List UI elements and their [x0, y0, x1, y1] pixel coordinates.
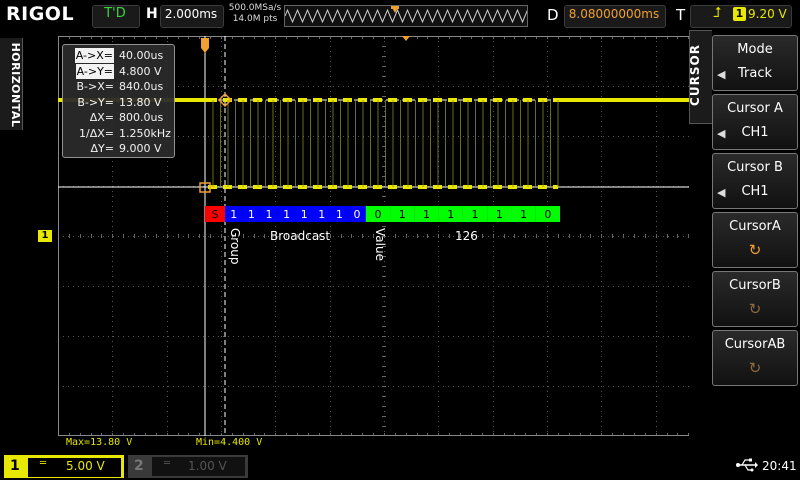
ch1-scale: 5.00 V	[66, 459, 105, 473]
readout-row: ΔX= 800.0us	[63, 110, 174, 125]
horizontal-tab-label: HORIZONTAL	[9, 42, 22, 128]
readout-row: ΔY= 9.000 V	[63, 141, 174, 156]
readout-row: B->X= 840.0us	[63, 79, 174, 94]
readout-row: B->Y= 13.80 V	[63, 95, 174, 110]
clock: 20:41	[762, 459, 797, 473]
knob-rotate-icon: ↻	[748, 241, 762, 259]
cursor-b-adjust-title: CursorB	[729, 278, 781, 293]
mode-title: Mode	[737, 42, 773, 57]
readout-value: 1.250kHz	[119, 126, 171, 140]
decode-bit: 0	[374, 208, 381, 221]
decode-bit: 1	[301, 208, 308, 221]
ch1-number: 1	[10, 458, 20, 474]
ch1-offset-marker[interactable]: 1	[38, 230, 52, 242]
readout-value: 4.800 V	[119, 64, 162, 78]
cursor-a-adjust-title: CursorA	[729, 219, 781, 234]
ch2-scale: 1.00 V	[188, 459, 227, 473]
decode-bit: 1	[230, 208, 237, 221]
cursor-b-source-button[interactable]: Cursor B ◀ CH1	[712, 153, 798, 209]
dc-coupling-icon: ═	[164, 458, 171, 469]
readout-key: 1/ΔX=	[79, 126, 114, 140]
cursor-readout-panel: A->X= 40.00us A->Y= 4.800 V B->X= 840.0us B->Y…	[62, 44, 175, 158]
readout-key: A->X=	[74, 48, 114, 63]
memory-position-bar[interactable]	[284, 5, 528, 27]
decode-bit: 1	[496, 208, 503, 221]
decode-bit: 1	[266, 208, 273, 221]
decode-label-broadcast: Broadcast	[270, 229, 331, 243]
cursor-b-source-title: Cursor B	[727, 160, 783, 175]
readout-key: B->Y=	[77, 95, 114, 109]
dc-coupling-icon: ═	[40, 458, 47, 469]
readout-row: A->Y= 4.800 V	[63, 63, 174, 79]
decode-bit: 1	[318, 208, 325, 221]
ch2-number: 2	[134, 458, 144, 474]
trigger-label: T	[676, 6, 686, 24]
cursor-a-source-value: CH1	[741, 125, 769, 140]
knob-rotate-icon: ↻	[748, 359, 762, 377]
sample-rate: 500.0MSa/s	[228, 3, 282, 13]
cursor-a-source-title: Cursor A	[727, 101, 783, 116]
readout-value: 40.00us	[119, 49, 164, 62]
decode-bit: 1	[399, 208, 406, 221]
readout-row: 1/ΔX= 1.250kHz	[63, 126, 174, 141]
decode-bit: S	[212, 208, 219, 221]
readout-value: 13.80 V	[119, 95, 162, 109]
cursor-a-adjust-button[interactable]: CursorA ↻	[712, 212, 798, 268]
delay-value: 8.08000000ms	[568, 7, 660, 21]
trigger-source: 1	[733, 7, 746, 21]
mode-value: Track	[737, 66, 773, 81]
rising-edge-icon: ⮥	[713, 5, 722, 21]
brand-logo: RIGOL	[6, 3, 75, 25]
horizontal-label: H	[146, 6, 158, 22]
usb-icon-svg	[736, 458, 758, 472]
decode-bit: 1	[336, 208, 343, 221]
min-measurement: Min=4.400 V	[196, 437, 263, 448]
readout-value: 800.0us	[119, 111, 164, 124]
cursor-b-adjust-button[interactable]: CursorB ↻	[712, 271, 798, 327]
measurement-strip: Max=13.80 V Min=4.400 V	[58, 437, 689, 450]
cursor-ab-adjust-button[interactable]: CursorAB ↻	[712, 330, 798, 386]
max-measurement: Max=13.80 V	[66, 437, 133, 448]
decode-label-group: Group	[228, 228, 242, 265]
readout-row: A->X= 40.00us	[63, 48, 174, 63]
decode-label-value: Value	[373, 228, 387, 261]
readout-key: ΔY=	[90, 142, 114, 155]
readout-value: 9.000 V	[119, 142, 162, 155]
decode-bit: 1	[447, 208, 454, 221]
readout-key: A->Y=	[75, 63, 114, 79]
decode-label-number: 126	[455, 229, 478, 243]
trigger-level: 9.20 V	[748, 7, 787, 21]
readout-value: 840.0us	[119, 80, 164, 93]
readout-key: B->X=	[76, 80, 115, 93]
cursor-tab-label: CURSOR	[688, 44, 702, 106]
cursor-ab-adjust-title: CursorAB	[724, 337, 786, 352]
acquisition-info: 500.0MSa/s 14.0M pts	[226, 3, 284, 25]
usb-icon	[736, 458, 758, 476]
decode-bit: 1	[283, 208, 290, 221]
cursor-b-source-value: CH1	[741, 184, 769, 199]
decode-bit: 1	[520, 208, 527, 221]
decode-bit: 1	[472, 208, 479, 221]
cursor-a-top-marker	[201, 38, 209, 53]
decode-bit: 1	[423, 208, 430, 221]
decode-bit: 0	[354, 208, 361, 221]
trigger-position-arrow	[402, 36, 410, 41]
decode-bit: 0	[544, 208, 551, 221]
delay-label: D	[547, 6, 559, 24]
memory-waveform-overview	[285, 6, 527, 24]
knob-rotate-icon: ↻	[748, 300, 762, 318]
readout-key: ΔX=	[89, 111, 114, 124]
decode-bit: 1	[248, 208, 255, 221]
run-state: T'D	[104, 6, 126, 21]
mode-button[interactable]: Mode ◀ Track	[712, 35, 798, 91]
timebase-value: 2.000ms	[164, 7, 218, 21]
decode-bus: S1111111001111110	[205, 206, 560, 222]
cursor-a-source-button[interactable]: Cursor A ◀ CH1	[712, 94, 798, 150]
memory-depth: 14.0M pts	[232, 14, 278, 24]
